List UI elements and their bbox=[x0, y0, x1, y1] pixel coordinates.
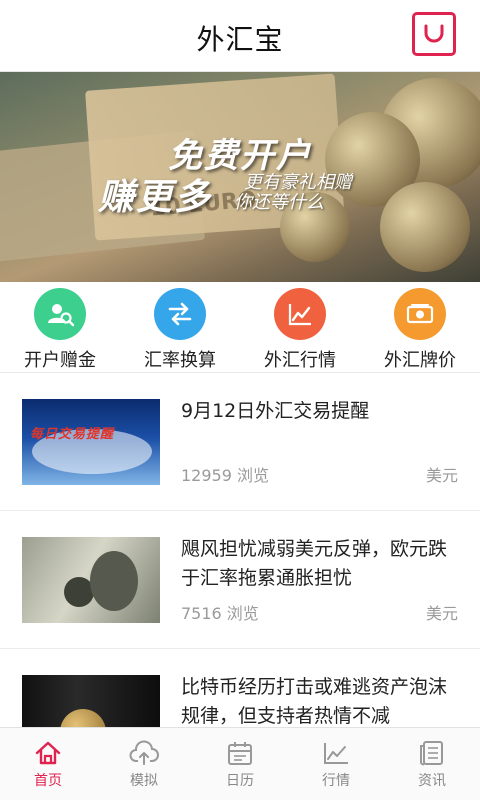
page-title: 外汇宝 bbox=[196, 23, 284, 56]
quick-action-label: 汇率换算 bbox=[144, 350, 216, 371]
tab-market[interactable]: 行情 bbox=[288, 728, 384, 800]
news-title: 比特币经历打击或难逃资产泡沫规律，但支持者热情不减 bbox=[181, 676, 448, 727]
quick-action-open-account[interactable]: 开户赠金 bbox=[0, 282, 120, 372]
list-item[interactable]: 飓风担忧减弱美元反弹，欧元跌于汇率拖累通胀担忧 7516 浏览 美元 bbox=[0, 511, 480, 649]
news-list-icon bbox=[420, 741, 443, 766]
quick-action-label: 外汇牌价 bbox=[384, 350, 456, 371]
news-title: 飓风担忧减弱美元反弹，欧元跌于汇率拖累通胀担忧 bbox=[181, 538, 448, 589]
quick-action-market[interactable]: 外汇行情 bbox=[240, 282, 360, 372]
news-tag: 美元 bbox=[425, 604, 458, 623]
banner-subheadline: 赚更多 bbox=[98, 177, 213, 218]
bottom-tab-bar: 首页 模拟 日历 行情 资讯 bbox=[0, 727, 480, 800]
news-thumbnail bbox=[22, 537, 160, 623]
list-item[interactable]: 每日交易提醒 9月12日外汇交易提醒 12959 浏览 美元 bbox=[0, 373, 480, 511]
account-search-icon bbox=[34, 288, 86, 340]
news-tag: 美元 bbox=[425, 466, 458, 485]
calendar-icon bbox=[228, 742, 252, 765]
thumbnail-caption: 每日交易提醒 bbox=[30, 427, 115, 442]
cloud-upload-icon bbox=[129, 740, 159, 765]
exchange-arrows-icon bbox=[154, 288, 206, 340]
news-title: 9月12日外汇交易提醒 bbox=[181, 400, 370, 422]
quick-action-rate-converter[interactable]: 汇率换算 bbox=[120, 282, 240, 372]
tab-home[interactable]: 首页 bbox=[0, 728, 96, 800]
shopping-bag-icon bbox=[424, 24, 444, 43]
quick-action-price-board[interactable]: 外汇牌价 bbox=[360, 282, 480, 372]
tab-label: 首页 bbox=[34, 773, 62, 789]
app-header: 外汇宝 bbox=[0, 0, 480, 72]
quick-actions: 开户赠金 汇率换算 外汇行情 外汇牌价 bbox=[0, 282, 480, 372]
news-list: 每日交易提醒 9月12日外汇交易提醒 12959 浏览 美元 飓风担忧减弱美元反… bbox=[0, 373, 480, 727]
news-views: 12959 浏览 bbox=[181, 466, 269, 485]
news-views: 7516 浏览 bbox=[181, 604, 259, 623]
shopping-bag-button[interactable] bbox=[412, 12, 456, 56]
tab-news[interactable]: 资讯 bbox=[384, 728, 480, 800]
promo-banner[interactable]: 10 EURO 免费开户 赚更多 更有豪礼相赠 你还等什么 bbox=[0, 72, 480, 282]
quick-action-label: 外汇行情 bbox=[264, 350, 336, 371]
dollar-portrait-graphic bbox=[90, 551, 138, 611]
money-bill-icon bbox=[394, 288, 446, 340]
tab-label: 日历 bbox=[226, 773, 254, 789]
bitcoin-graphic bbox=[60, 709, 106, 727]
banner-coin bbox=[380, 182, 470, 272]
tab-calendar[interactable]: 日历 bbox=[192, 728, 288, 800]
tab-label: 资讯 bbox=[418, 773, 446, 789]
news-thumbnail bbox=[22, 675, 160, 727]
quick-action-label: 开户赠金 bbox=[24, 350, 96, 371]
trend-chart-icon bbox=[274, 288, 326, 340]
tab-label: 行情 bbox=[322, 773, 350, 789]
home-icon bbox=[35, 741, 61, 765]
tab-label: 模拟 bbox=[130, 773, 158, 789]
tab-simulate[interactable]: 模拟 bbox=[96, 728, 192, 800]
news-thumbnail: 每日交易提醒 bbox=[22, 399, 160, 485]
line-chart-icon bbox=[324, 743, 348, 764]
list-item[interactable]: 比特币经历打击或难逃资产泡沫规律，但支持者热情不减 bbox=[0, 649, 480, 727]
banner-tagline-2: 你还等什么 bbox=[234, 192, 324, 213]
